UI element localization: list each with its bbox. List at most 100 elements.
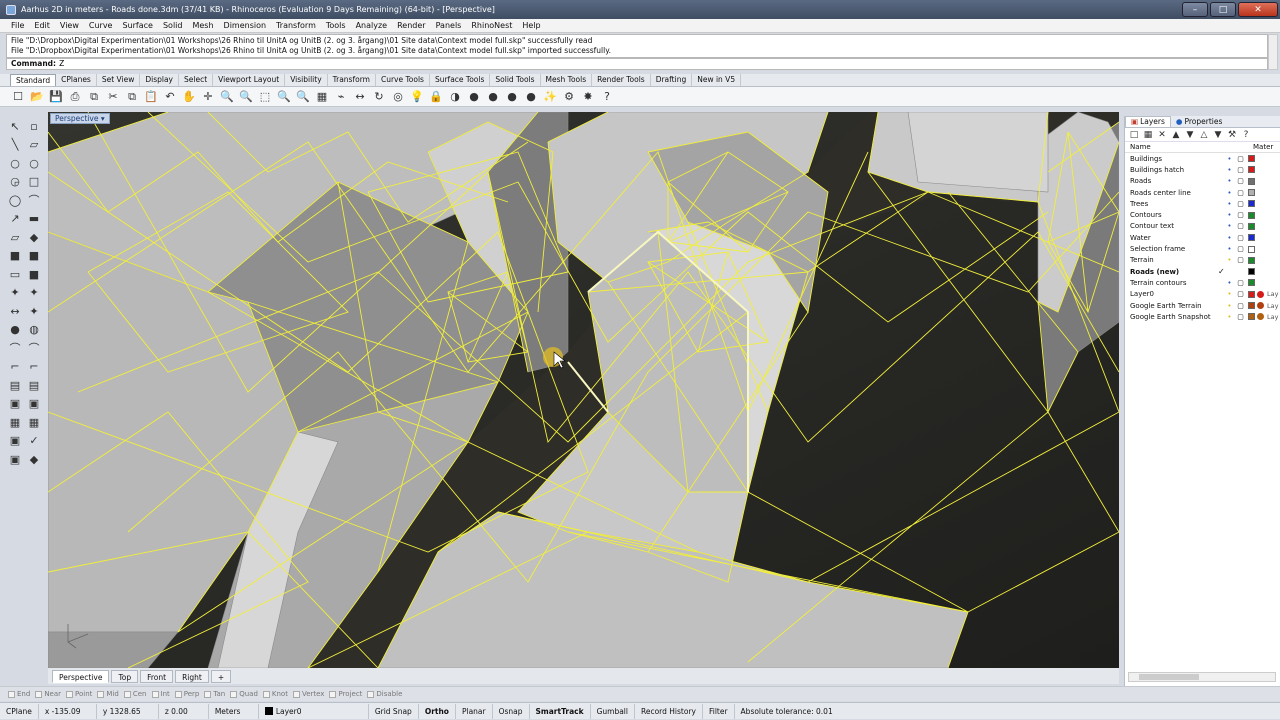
lock-icon[interactable]: ▢ bbox=[1235, 166, 1246, 174]
toolbar-tool-icon[interactable]: 📋 bbox=[143, 89, 159, 105]
menu-transform[interactable]: Transform bbox=[271, 21, 321, 30]
menu-view[interactable]: View bbox=[55, 21, 84, 30]
toolbar-tool-icon[interactable]: ▦ bbox=[314, 89, 330, 105]
toolbar-tab-mesh-tools[interactable]: Mesh Tools bbox=[541, 74, 593, 86]
left-tool-icon[interactable]: ⌐ bbox=[6, 358, 24, 376]
toolbar-tool-icon[interactable]: 💡 bbox=[409, 89, 425, 105]
layer-row[interactable]: Google Earth Snapshot • ▢ Lay bbox=[1125, 311, 1280, 322]
toolbar-tool-icon[interactable]: ✸ bbox=[580, 89, 596, 105]
menu-dimension[interactable]: Dimension bbox=[219, 21, 272, 30]
panel-horizontal-scrollbar[interactable] bbox=[1128, 672, 1276, 682]
toolbar-tab-standard[interactable]: Standard bbox=[10, 74, 57, 86]
toolbar-tool-icon[interactable]: ↶ bbox=[162, 89, 178, 105]
menu-analyze[interactable]: Analyze bbox=[351, 21, 393, 30]
osnap-checkbox[interactable] bbox=[174, 690, 182, 698]
toolbar-tool-icon[interactable]: ✨ bbox=[542, 89, 558, 105]
left-tool-icon[interactable]: ● bbox=[6, 321, 24, 339]
smarttrack-toggle[interactable]: SmartTrack bbox=[530, 703, 591, 719]
lock-icon[interactable]: ▢ bbox=[1235, 155, 1246, 163]
left-tool-icon[interactable]: ↗ bbox=[6, 210, 24, 228]
toolbar-tool-icon[interactable]: 🔍 bbox=[295, 89, 311, 105]
lock-icon[interactable]: ▢ bbox=[1235, 290, 1246, 298]
left-tool-icon[interactable]: ▱ bbox=[6, 228, 24, 246]
bulb-icon[interactable]: • bbox=[1224, 313, 1235, 321]
left-tool-icon[interactable]: ↖ bbox=[6, 117, 24, 135]
toolbar-tab-display[interactable]: Display bbox=[140, 74, 179, 86]
tools-icon[interactable]: ⚒ bbox=[1226, 129, 1238, 141]
lock-icon[interactable]: ▢ bbox=[1235, 177, 1246, 185]
toolbar-tab-render-tools[interactable]: Render Tools bbox=[592, 74, 651, 86]
osnap-checkbox[interactable] bbox=[66, 690, 74, 698]
toolbar-tab-solid-tools[interactable]: Solid Tools bbox=[490, 74, 541, 86]
layer-color-swatch[interactable] bbox=[1248, 177, 1255, 185]
grid-snap-toggle[interactable]: Grid Snap bbox=[369, 703, 419, 719]
layer-color-swatch[interactable] bbox=[1248, 155, 1255, 163]
left-tool-icon[interactable]: ╲ bbox=[6, 136, 24, 154]
osnap-checkbox[interactable] bbox=[204, 690, 212, 698]
left-tool-icon[interactable]: ↔ bbox=[6, 302, 24, 320]
osnap-quad[interactable]: Quad bbox=[230, 690, 258, 698]
left-tool-icon[interactable]: ◍ bbox=[25, 321, 43, 339]
filter-toggle[interactable]: Filter bbox=[703, 703, 735, 719]
layer-row[interactable]: Trees • ▢ bbox=[1125, 198, 1280, 209]
left-tool-icon[interactable]: ✦ bbox=[25, 302, 43, 320]
lock-icon[interactable]: ▢ bbox=[1235, 211, 1246, 219]
help-icon[interactable]: ? bbox=[1240, 129, 1252, 141]
osnap-end[interactable]: End bbox=[8, 690, 30, 698]
toolbar-tool-icon[interactable]: ● bbox=[504, 89, 520, 105]
toolbar-tool-icon[interactable]: ✋ bbox=[181, 89, 197, 105]
left-tool-icon[interactable]: ⌒ bbox=[6, 339, 24, 357]
toolbar-tool-icon[interactable]: ↔ bbox=[352, 89, 368, 105]
new-layer-icon[interactable]: □ bbox=[1128, 129, 1140, 141]
move-up-icon[interactable]: ▲ bbox=[1170, 129, 1182, 141]
toolbar-tab-select[interactable]: Select bbox=[179, 74, 214, 86]
osnap-point[interactable]: Point bbox=[66, 690, 92, 698]
lock-icon[interactable]: ▢ bbox=[1235, 302, 1246, 310]
osnap-tan[interactable]: Tan bbox=[204, 690, 225, 698]
left-tool-icon[interactable]: ▣ bbox=[6, 450, 24, 468]
status-units[interactable]: Meters bbox=[209, 703, 259, 719]
layer-row[interactable]: Contour text • ▢ bbox=[1125, 221, 1280, 232]
layer-row[interactable]: Contours • ▢ bbox=[1125, 209, 1280, 220]
left-tool-icon[interactable]: ✓ bbox=[25, 432, 43, 450]
toolbar-tool-icon[interactable]: ↻ bbox=[371, 89, 387, 105]
maximize-button[interactable]: □ bbox=[1210, 2, 1236, 17]
osnap-checkbox[interactable] bbox=[262, 690, 270, 698]
left-tool-icon[interactable]: ⌒ bbox=[25, 339, 43, 357]
layer-row[interactable]: Buildings hatch • ▢ bbox=[1125, 164, 1280, 175]
visible-bulb-icon[interactable]: • bbox=[1224, 222, 1235, 230]
toolbar-tool-icon[interactable]: ✂ bbox=[105, 89, 121, 105]
toolbar-tool-icon[interactable]: 🔍 bbox=[219, 89, 235, 105]
layer-color-swatch[interactable] bbox=[1248, 166, 1255, 174]
viewport-tab-perspective[interactable]: Perspective bbox=[52, 669, 110, 683]
command-scrollbar[interactable] bbox=[1268, 34, 1278, 70]
minimize-button[interactable]: – bbox=[1182, 2, 1208, 17]
menu-surface[interactable]: Surface bbox=[117, 21, 157, 30]
move-parent-icon[interactable]: △ bbox=[1198, 129, 1210, 141]
toolbar-tab-drafting[interactable]: Drafting bbox=[651, 74, 693, 86]
record-history-toggle[interactable]: Record History bbox=[635, 703, 703, 719]
layer-row[interactable]: Water • ▢ bbox=[1125, 232, 1280, 243]
perspective-viewport[interactable] bbox=[48, 112, 1119, 668]
column-name[interactable]: Name bbox=[1130, 142, 1253, 152]
viewport-tab-top[interactable]: Top bbox=[111, 669, 139, 683]
add-viewport-button[interactable]: + bbox=[210, 669, 232, 683]
toolbar-tool-icon[interactable]: ● bbox=[485, 89, 501, 105]
lock-icon[interactable]: ▢ bbox=[1235, 256, 1246, 264]
left-tool-icon[interactable]: ◯ bbox=[6, 191, 24, 209]
menu-render[interactable]: Render bbox=[392, 21, 430, 30]
layer-row[interactable]: Google Earth Terrain • ▢ Lay bbox=[1125, 300, 1280, 311]
viewport-tab-right[interactable]: Right bbox=[175, 669, 209, 683]
toolbar-tool-icon[interactable]: ⎙ bbox=[67, 89, 83, 105]
visible-bulb-icon[interactable]: • bbox=[1224, 245, 1235, 253]
layer-row[interactable]: Layer0 • ▢ Lay bbox=[1125, 289, 1280, 300]
toolbar-tab-transform[interactable]: Transform bbox=[328, 74, 376, 86]
left-tool-icon[interactable]: ◶ bbox=[6, 173, 24, 191]
menu-curve[interactable]: Curve bbox=[84, 21, 118, 30]
left-tool-icon[interactable]: ▤ bbox=[25, 376, 43, 394]
toolbar-tab-curve-tools[interactable]: Curve Tools bbox=[376, 74, 430, 86]
viewport-title[interactable]: Perspective ▾ bbox=[50, 113, 110, 124]
lock-icon[interactable]: ▢ bbox=[1235, 245, 1246, 253]
toolbar-tab-viewport-layout[interactable]: Viewport Layout bbox=[213, 74, 286, 86]
layer-row[interactable]: Terrain • ▢ bbox=[1125, 255, 1280, 266]
